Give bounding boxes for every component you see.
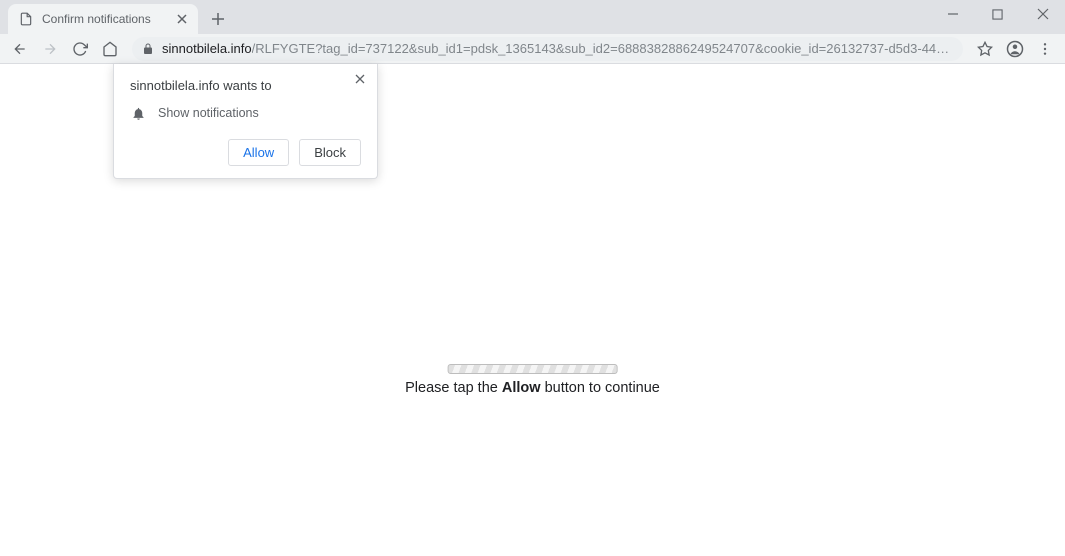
- permission-label: Show notifications: [158, 106, 259, 120]
- popup-actions: Allow Block: [130, 139, 361, 166]
- file-icon: [18, 11, 34, 27]
- titlebar: Confirm notifications: [0, 0, 1065, 34]
- minimize-button[interactable]: [930, 0, 975, 28]
- page-content: sinnotbilela.info wants to Show notifica…: [0, 64, 1065, 556]
- instruction-text: Please tap the Allow button to continue: [405, 380, 660, 396]
- back-button[interactable]: [6, 35, 34, 63]
- menu-button[interactable]: [1031, 35, 1059, 63]
- profile-button[interactable]: [1001, 35, 1029, 63]
- close-tab-button[interactable]: [174, 11, 190, 27]
- browser-toolbar: sinnotbilela.info /RLFYGTE?tag_id=737122…: [0, 34, 1065, 64]
- reload-button[interactable]: [66, 35, 94, 63]
- popup-title: sinnotbilela.info wants to: [130, 78, 361, 93]
- bell-icon: [130, 105, 146, 121]
- close-popup-button[interactable]: [351, 70, 369, 88]
- progress-bar: [448, 364, 618, 374]
- forward-button[interactable]: [36, 35, 64, 63]
- permission-popup: sinnotbilela.info wants to Show notifica…: [113, 64, 378, 179]
- permission-row: Show notifications: [130, 105, 361, 121]
- msg-suffix: button to continue: [541, 380, 660, 396]
- allow-button[interactable]: Allow: [228, 139, 289, 166]
- maximize-button[interactable]: [975, 0, 1020, 28]
- msg-prefix: Please tap the: [405, 380, 502, 396]
- window-controls: [930, 0, 1065, 28]
- url-domain: sinnotbilela.info: [162, 41, 252, 56]
- tab-title: Confirm notifications: [42, 12, 174, 26]
- home-button[interactable]: [96, 35, 124, 63]
- browser-tab[interactable]: Confirm notifications: [8, 4, 198, 34]
- page-message: Please tap the Allow button to continue: [405, 364, 660, 396]
- msg-bold: Allow: [502, 380, 541, 396]
- close-window-button[interactable]: [1020, 0, 1065, 28]
- new-tab-button[interactable]: [204, 5, 232, 33]
- bookmark-button[interactable]: [971, 35, 999, 63]
- url-path: /RLFYGTE?tag_id=737122&sub_id1=pdsk_1365…: [252, 41, 953, 56]
- block-button[interactable]: Block: [299, 139, 361, 166]
- address-bar[interactable]: sinnotbilela.info /RLFYGTE?tag_id=737122…: [132, 37, 963, 61]
- lock-icon: [142, 42, 154, 56]
